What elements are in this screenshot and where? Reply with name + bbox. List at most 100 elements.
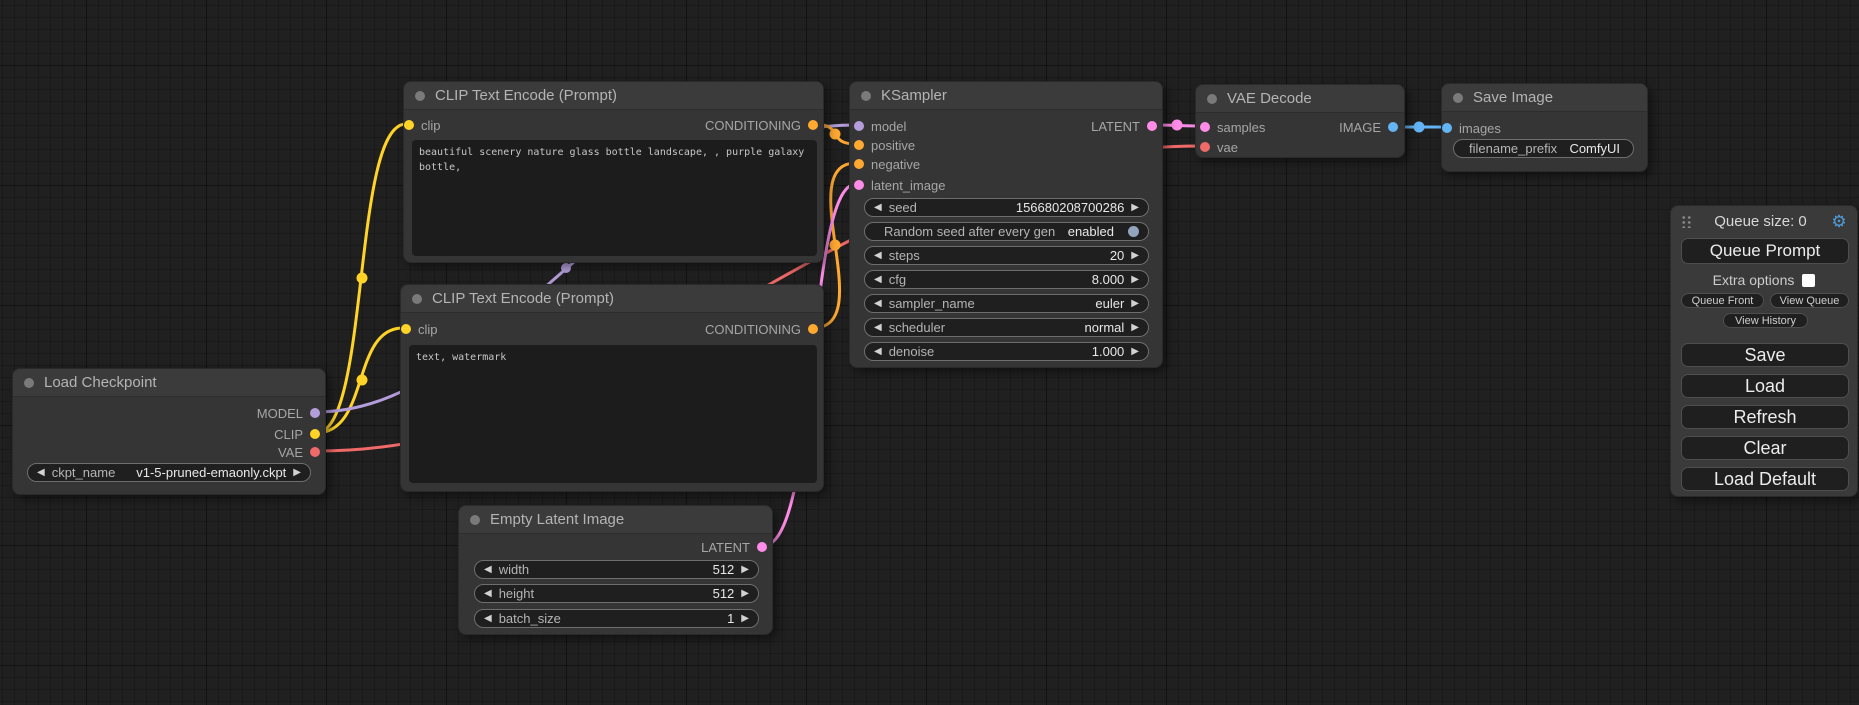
node-clip-text-encode-negative[interactable]: CLIP Text Encode (Prompt) clip CONDITION… (400, 284, 824, 492)
latent-port-dot[interactable] (1147, 121, 1157, 131)
increment-arrow-icon[interactable]: ▶ (1131, 203, 1139, 213)
output-port-conditioning[interactable]: CONDITIONING (705, 321, 818, 337)
view-queue-button[interactable]: View Queue (1770, 293, 1849, 308)
latent-port-dot[interactable] (757, 542, 767, 552)
filename-prefix-widget[interactable]: filename_prefix ComfyUI (1453, 139, 1634, 158)
load-default-button[interactable]: Load Default (1681, 467, 1849, 491)
model-port-dot[interactable] (854, 121, 864, 131)
increment-arrow-icon[interactable]: ▶ (1131, 299, 1139, 309)
output-port-model[interactable]: MODEL (257, 405, 320, 421)
latent-port-dot[interactable] (1200, 122, 1210, 132)
increment-arrow-icon[interactable]: ▶ (1131, 251, 1139, 261)
latent-port-dot[interactable] (854, 180, 864, 190)
input-port-model[interactable]: model (854, 118, 906, 134)
collapse-dot-icon[interactable] (24, 378, 34, 388)
increment-arrow-icon[interactable]: ▶ (741, 589, 749, 599)
node-title-bar[interactable]: Save Image (1442, 84, 1647, 112)
collapse-dot-icon[interactable] (1207, 94, 1217, 104)
conditioning-port-dot[interactable] (808, 120, 818, 130)
decrement-arrow-icon[interactable]: ◀ (874, 299, 882, 309)
conditioning-port-dot[interactable] (854, 159, 864, 169)
output-port-conditioning[interactable]: CONDITIONING (705, 117, 818, 133)
node-title-bar[interactable]: Empty Latent Image (459, 506, 772, 534)
clip-port-dot[interactable] (310, 429, 320, 439)
clear-button[interactable]: Clear (1681, 436, 1849, 460)
input-port-clip[interactable]: clip (404, 117, 441, 133)
image-port-dot[interactable] (1442, 123, 1452, 133)
output-port-latent[interactable]: LATENT (701, 539, 767, 555)
load-button[interactable]: Load (1681, 374, 1849, 398)
settings-gear-icon[interactable]: ⚙ (1829, 213, 1849, 230)
refresh-button[interactable]: Refresh (1681, 405, 1849, 429)
input-port-vae[interactable]: vae (1200, 139, 1238, 155)
collapse-dot-icon[interactable] (415, 91, 425, 101)
decrement-arrow-icon[interactable]: ◀ (874, 347, 882, 357)
model-port-dot[interactable] (310, 408, 320, 418)
widget-height[interactable]: ◀ height 512 ▶ (474, 584, 759, 603)
collapse-dot-icon[interactable] (470, 515, 480, 525)
widget-batch-size[interactable]: ◀ batch_size 1 ▶ (474, 609, 759, 628)
node-ksampler[interactable]: KSampler model positive negative latent_… (849, 81, 1163, 368)
node-clip-text-encode-positive[interactable]: CLIP Text Encode (Prompt) clip CONDITION… (403, 81, 824, 263)
node-title-bar[interactable]: CLIP Text Encode (Prompt) (401, 285, 823, 313)
widget-denoise[interactable]: ◀ denoise 1.000 ▶ (864, 342, 1149, 361)
decrement-arrow-icon[interactable]: ◀ (484, 565, 492, 575)
conditioning-port-dot[interactable] (854, 140, 864, 150)
vae-port-dot[interactable] (1200, 142, 1210, 152)
output-port-latent[interactable]: LATENT (1091, 118, 1157, 134)
widget-scheduler[interactable]: ◀ scheduler normal ▶ (864, 318, 1149, 337)
input-port-negative[interactable]: negative (854, 156, 920, 172)
output-port-clip[interactable]: CLIP (274, 426, 320, 442)
negative-prompt-textarea[interactable]: text, watermark (409, 345, 817, 483)
view-history-button[interactable]: View History (1723, 313, 1808, 328)
widget-steps[interactable]: ◀ steps 20 ▶ (864, 246, 1149, 265)
input-port-clip[interactable]: clip (401, 321, 438, 337)
input-port-images[interactable]: images (1442, 120, 1501, 136)
ckpt-name-widget[interactable]: ◀ ckpt_name v1-5-pruned-emaonly.ckpt ▶ (27, 463, 311, 482)
queue-menu-panel[interactable]: Queue size: 0 ⚙ Queue Prompt Extra optio… (1670, 205, 1858, 497)
increment-arrow-icon[interactable]: ▶ (741, 614, 749, 624)
clip-port-dot[interactable] (401, 324, 411, 334)
increment-arrow-icon[interactable]: ▶ (1131, 275, 1139, 285)
node-load-checkpoint[interactable]: Load Checkpoint MODEL CLIP VAE ◀ ckpt_na… (12, 368, 326, 495)
node-vae-decode[interactable]: VAE Decode samples vae IMAGE (1195, 84, 1405, 158)
widget-seed[interactable]: ◀ seed 156680208700286 ▶ (864, 198, 1149, 217)
increment-arrow-icon[interactable]: ▶ (1131, 347, 1139, 357)
node-empty-latent-image[interactable]: Empty Latent Image LATENT ◀ width 512 ▶ … (458, 505, 773, 635)
collapse-dot-icon[interactable] (412, 294, 422, 304)
widget-width[interactable]: ◀ width 512 ▶ (474, 560, 759, 579)
decrement-arrow-icon[interactable]: ◀ (37, 468, 45, 478)
save-button[interactable]: Save (1681, 343, 1849, 367)
input-port-latent-image[interactable]: latent_image (854, 177, 945, 193)
input-port-positive[interactable]: positive (854, 137, 915, 153)
decrement-arrow-icon[interactable]: ◀ (484, 589, 492, 599)
output-port-vae[interactable]: VAE (278, 444, 320, 460)
collapse-dot-icon[interactable] (1453, 93, 1463, 103)
image-port-dot[interactable] (1388, 122, 1398, 132)
vae-port-dot[interactable] (310, 447, 320, 457)
node-title-bar[interactable]: KSampler (850, 82, 1162, 110)
node-title-bar[interactable]: Load Checkpoint (13, 369, 325, 397)
increment-arrow-icon[interactable]: ▶ (293, 468, 301, 478)
collapse-dot-icon[interactable] (861, 91, 871, 101)
decrement-arrow-icon[interactable]: ◀ (874, 275, 882, 285)
increment-arrow-icon[interactable]: ▶ (741, 565, 749, 575)
decrement-arrow-icon[interactable]: ◀ (874, 323, 882, 333)
output-port-image[interactable]: IMAGE (1339, 119, 1398, 135)
node-save-image[interactable]: Save Image images filename_prefix ComfyU… (1441, 83, 1648, 172)
clip-port-dot[interactable] (404, 120, 414, 130)
widget-sampler-name[interactable]: ◀ sampler_name euler ▶ (864, 294, 1149, 313)
node-graph-canvas[interactable]: Load Checkpoint MODEL CLIP VAE ◀ ckpt_na… (0, 0, 1859, 705)
extra-options-checkbox[interactable] (1802, 274, 1815, 287)
input-port-samples[interactable]: samples (1200, 119, 1265, 135)
decrement-arrow-icon[interactable]: ◀ (484, 614, 492, 624)
node-title-bar[interactable]: CLIP Text Encode (Prompt) (404, 82, 823, 110)
decrement-arrow-icon[interactable]: ◀ (874, 203, 882, 213)
increment-arrow-icon[interactable]: ▶ (1131, 323, 1139, 333)
drag-handle-icon[interactable] (1681, 215, 1692, 228)
queue-prompt-button[interactable]: Queue Prompt (1681, 238, 1849, 264)
toggle-enabled-icon[interactable] (1128, 226, 1139, 237)
positive-prompt-textarea[interactable]: beautiful scenery nature glass bottle la… (412, 140, 817, 256)
decrement-arrow-icon[interactable]: ◀ (874, 251, 882, 261)
node-title-bar[interactable]: VAE Decode (1196, 85, 1404, 113)
